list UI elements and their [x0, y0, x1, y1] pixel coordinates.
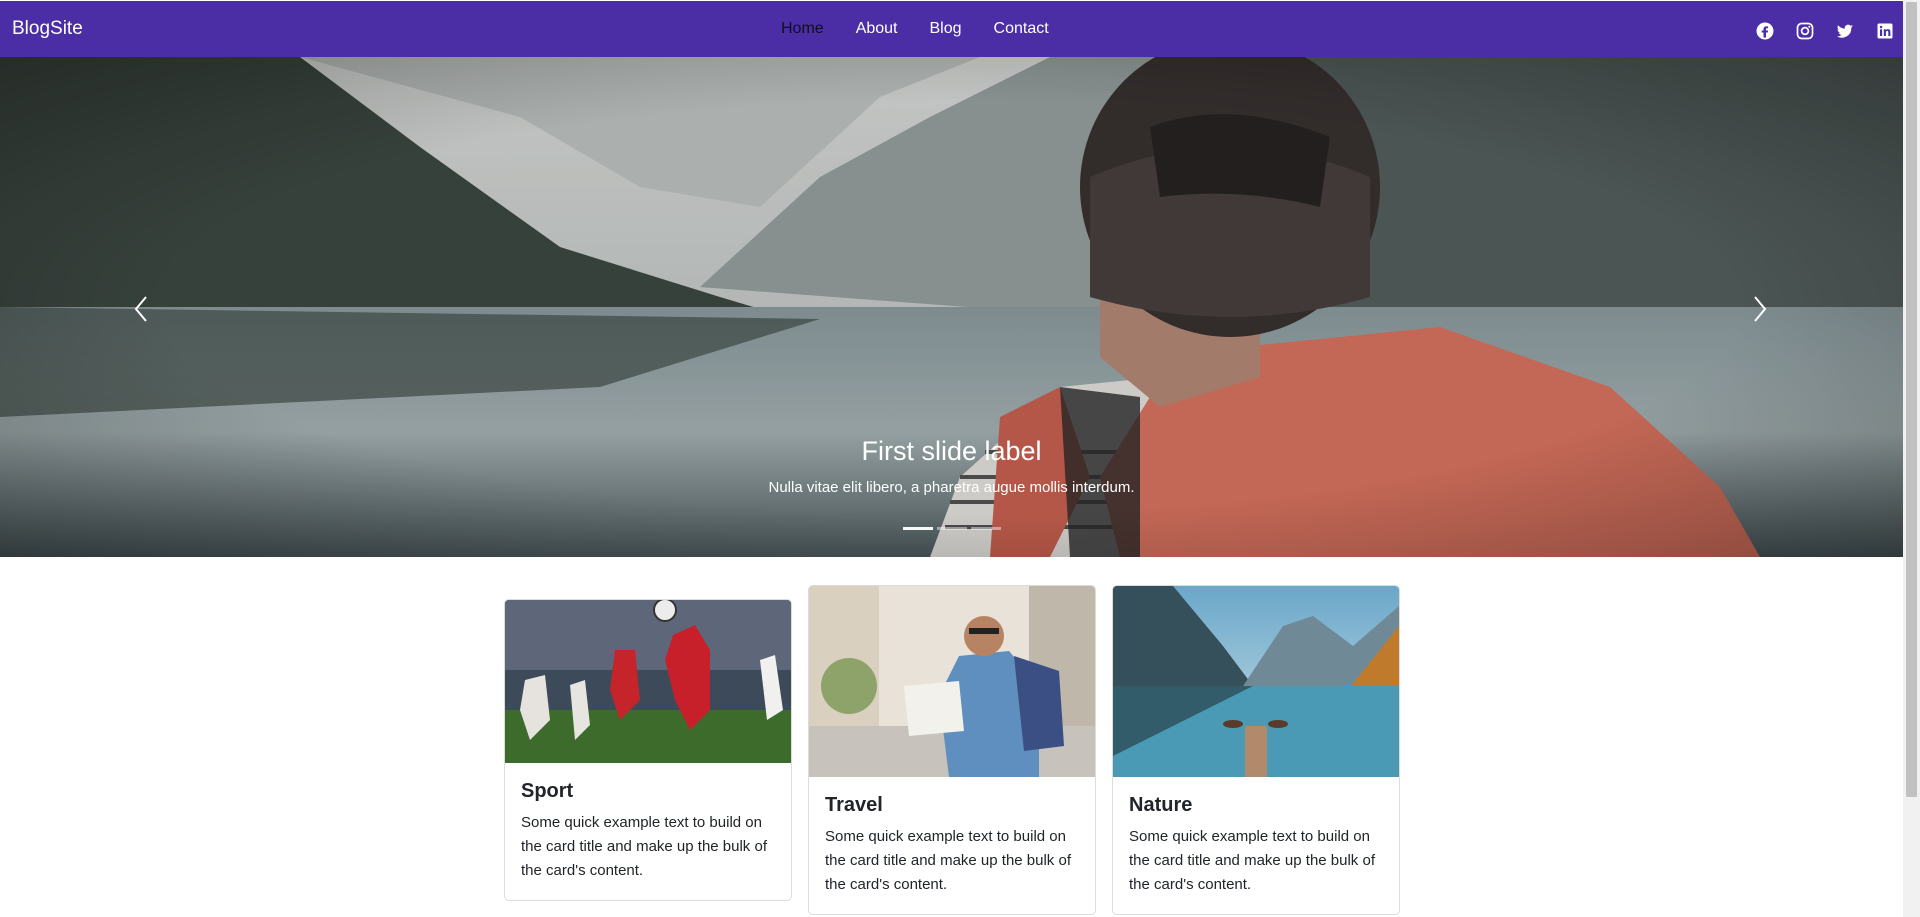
- card-title: Sport: [521, 780, 574, 802]
- card-body: Nature Some quick example text to build …: [1113, 777, 1399, 897]
- carousel-next-button[interactable]: [1739, 279, 1779, 339]
- carousel-indicator-1[interactable]: [902, 527, 933, 530]
- page: BlogSite Home About Blog Contact First s…: [0, 0, 1903, 917]
- travel-image: [809, 586, 1095, 777]
- card-title: Nature: [1129, 794, 1193, 816]
- card-text: Some quick example text to build on the …: [521, 814, 767, 879]
- nature-image: [1113, 586, 1399, 777]
- card-body: Travel Some quick example text to build …: [809, 777, 1095, 897]
- carousel-prev-button[interactable]: [122, 279, 162, 339]
- sport-image: [505, 600, 791, 763]
- linkedin-icon[interactable]: [1875, 21, 1895, 41]
- navbar: BlogSite Home About Blog Contact: [0, 1, 1903, 57]
- slide-text: Nulla vitae elit libero, a pharetra augu…: [768, 479, 1135, 496]
- nav-links: Home About Blog Contact: [781, 1, 1081, 57]
- card-sport: Sport Some quick example text to build o…: [504, 599, 792, 901]
- card-nature: Nature Some quick example text to build …: [1112, 585, 1400, 915]
- nav-link-home[interactable]: Home: [781, 20, 824, 38]
- chevron-right-icon: [1754, 296, 1767, 322]
- twitter-icon[interactable]: [1835, 21, 1855, 41]
- carousel-indicator-2[interactable]: [936, 527, 967, 530]
- nav-link-contact[interactable]: Contact: [994, 20, 1049, 38]
- slide-title: First slide label: [861, 436, 1042, 466]
- nav-link-blog[interactable]: Blog: [930, 20, 962, 38]
- card-travel: Travel Some quick example text to build …: [808, 585, 1096, 915]
- carousel-indicator-3[interactable]: [970, 527, 1001, 530]
- card-body: Sport Some quick example text to build o…: [505, 763, 791, 883]
- carousel-indicators: [0, 527, 1903, 530]
- social-links: [1755, 21, 1895, 41]
- brand-logo[interactable]: BlogSite: [12, 18, 83, 40]
- scrollbar[interactable]: [1903, 0, 1920, 917]
- card-text: Some quick example text to build on the …: [1129, 828, 1375, 893]
- chevron-left-icon: [134, 296, 147, 322]
- card-text: Some quick example text to build on the …: [825, 828, 1071, 893]
- scrollbar-thumb[interactable]: [1906, 2, 1917, 797]
- hero-carousel: First slide label Nulla vitae elit liber…: [0, 57, 1903, 557]
- card-title: Travel: [825, 794, 883, 816]
- instagram-icon[interactable]: [1795, 21, 1815, 41]
- facebook-icon[interactable]: [1755, 21, 1775, 41]
- nav-link-about[interactable]: About: [856, 20, 898, 38]
